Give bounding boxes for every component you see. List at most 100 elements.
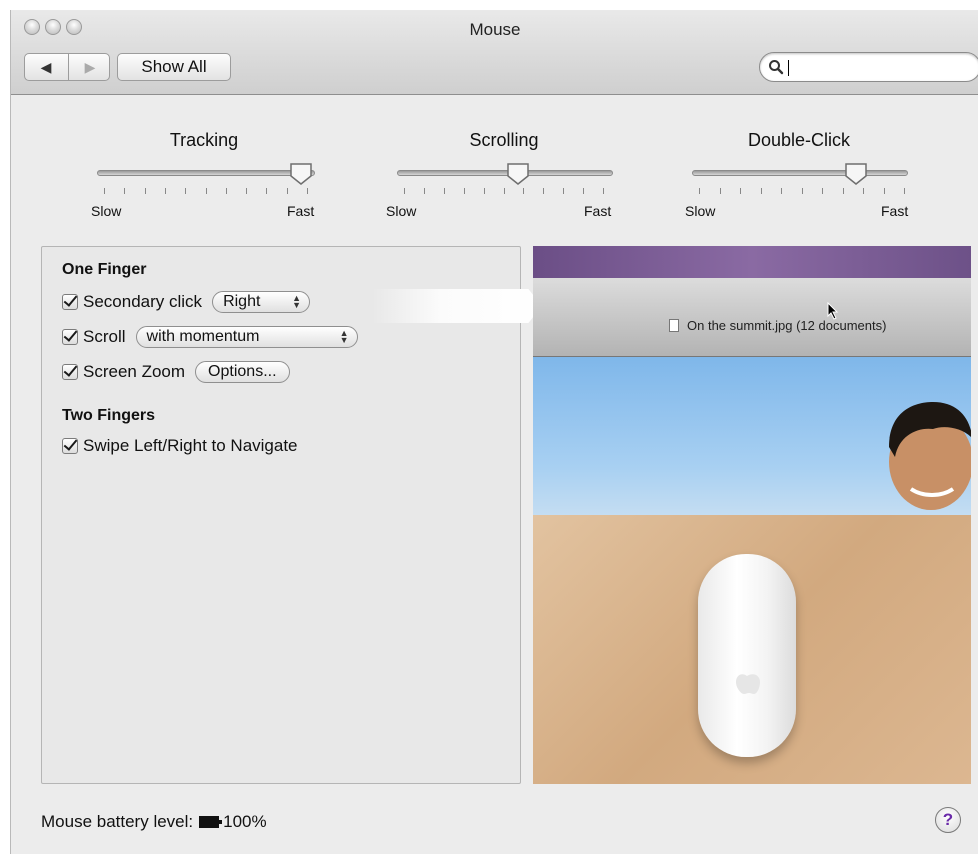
slider-tick: [124, 188, 125, 194]
secondary-click-row: Secondary click Right ▲ ▼: [62, 289, 311, 315]
slider-tick: [165, 188, 166, 194]
tracking-min-label: Slow: [91, 203, 122, 219]
screen-zoom-options-button[interactable]: Options...: [195, 361, 290, 383]
secondary-click-popup[interactable]: Right ▲ ▼: [212, 291, 311, 313]
secondary-click-value: Right: [223, 293, 261, 310]
swipe-checkbox[interactable]: [62, 438, 78, 454]
preview-photo-sky: [533, 357, 971, 515]
window-title: Mouse: [469, 20, 521, 39]
double-click-slider-thumb[interactable]: [844, 162, 868, 186]
slider-tick: [523, 188, 524, 194]
preview-desktop-strip: [533, 246, 971, 278]
swipe-label: Swipe Left/Right to Navigate: [83, 436, 298, 455]
slider-tick: [104, 188, 105, 194]
document-icon: [669, 319, 679, 332]
screen-zoom-label: Screen Zoom: [83, 362, 186, 381]
slider-tick: [822, 188, 823, 194]
tracking-label: Tracking: [169, 130, 239, 150]
tracking-slider-group: Tracking Slow Fast: [84, 130, 324, 230]
magnifier-icon: [769, 60, 784, 75]
secondary-click-checkbox[interactable]: [62, 294, 78, 310]
slider-tick: [740, 188, 741, 194]
preview-person-image: [889, 402, 971, 510]
tracking-slider-thumb[interactable]: [289, 162, 313, 186]
screen-zoom-checkbox[interactable]: [62, 364, 78, 380]
scroll-row: Scroll with momentum ▲ ▼: [62, 324, 358, 350]
slider-tick: [802, 188, 803, 194]
scrolling-min-label: Slow: [386, 203, 417, 219]
slider-tick: [761, 188, 762, 194]
tracking-slider-ticks: [104, 188, 308, 196]
preview-window-titlebar: On the summit.jpg (12 documents): [533, 278, 971, 357]
slider-tick: [563, 188, 564, 194]
slider-tick: [720, 188, 721, 194]
apple-logo-icon: [736, 674, 760, 694]
tracking-max-label: Fast: [287, 203, 315, 219]
mouse-preferences-window: Mouse ◀ ▶ Show All Tracking Slow Fast Sc…: [10, 10, 978, 854]
two-fingers-heading: Two Fingers: [62, 407, 156, 424]
slider-tick: [424, 188, 425, 194]
slider-tick: [444, 188, 445, 194]
gestures-panel: One Finger Secondary click Right ▲ ▼ Scro…: [41, 246, 542, 784]
slider-tick: [226, 188, 227, 194]
slider-tick: [504, 188, 505, 194]
battery-value: 100%: [223, 812, 267, 831]
slider-tick: [603, 188, 604, 194]
magic-mouse-image: [698, 554, 796, 757]
scroll-checkbox[interactable]: [62, 329, 78, 345]
forward-arrow-icon: ▶: [84, 58, 96, 75]
gesture-preview-video: On the summit.jpg (12 documents): [533, 246, 971, 784]
slider-tick: [287, 188, 288, 194]
swipe-row: Swipe Left/Right to Navigate: [62, 433, 298, 459]
scrolling-label: Scrolling: [469, 130, 539, 150]
one-finger-heading: One Finger: [62, 261, 147, 278]
back-arrow-icon: ◀: [40, 58, 52, 75]
screen-zoom-row: Screen Zoom Options...: [62, 359, 290, 385]
double-click-label: Double-Click: [747, 130, 851, 150]
double-click-slider-ticks: [699, 188, 905, 196]
scroll-popup[interactable]: with momentum ▲ ▼: [135, 326, 358, 348]
slider-tick: [206, 188, 207, 194]
slider-tick: [185, 188, 186, 194]
scrolling-slider-track[interactable]: [397, 170, 613, 176]
preview-document-title: On the summit.jpg (12 documents): [669, 318, 886, 333]
nav-button-group: ◀ ▶: [24, 53, 110, 81]
slider-tick: [246, 188, 247, 194]
slider-tick: [781, 188, 782, 194]
battery-status: Mouse battery level: 100%: [41, 812, 267, 832]
slider-tick: [464, 188, 465, 194]
slider-tick: [484, 188, 485, 194]
pointer-cursor-icon: [827, 302, 839, 320]
battery-label: Mouse battery level:: [41, 812, 194, 831]
selected-row-highlight: [372, 289, 542, 323]
title-bar: Mouse ◀ ▶ Show All: [11, 10, 978, 95]
slider-tick: [583, 188, 584, 194]
text-caret: [788, 60, 789, 76]
search-field[interactable]: [759, 52, 978, 82]
help-button[interactable]: ?: [935, 807, 961, 833]
forward-button[interactable]: ▶: [68, 54, 109, 80]
popup-arrows-icon: ▲ ▼: [339, 328, 349, 345]
slider-tick: [884, 188, 885, 194]
slider-tick: [307, 188, 308, 194]
double-click-slider-track[interactable]: [692, 170, 908, 176]
show-all-button[interactable]: Show All: [117, 53, 231, 81]
scrolling-slider-ticks: [404, 188, 604, 196]
secondary-click-label: Secondary click: [83, 292, 203, 311]
scrolling-max-label: Fast: [584, 203, 612, 219]
tracking-slider-track[interactable]: [97, 170, 315, 176]
slider-tick: [904, 188, 905, 194]
slider-tick: [266, 188, 267, 194]
popup-arrows-icon: ▲ ▼: [292, 293, 302, 310]
battery-icon: [199, 816, 223, 828]
scrolling-slider-thumb[interactable]: [506, 162, 530, 186]
preview-document-label: On the summit.jpg (12 documents): [687, 318, 887, 333]
slider-tick: [543, 188, 544, 194]
slider-tick: [699, 188, 700, 194]
double-click-max-label: Fast: [881, 203, 909, 219]
scroll-value: with momentum: [146, 328, 260, 345]
scrolling-slider-group: Scrolling Slow Fast: [384, 130, 624, 230]
scroll-label: Scroll: [83, 327, 126, 346]
back-button[interactable]: ◀: [25, 54, 67, 80]
slider-tick: [404, 188, 405, 194]
